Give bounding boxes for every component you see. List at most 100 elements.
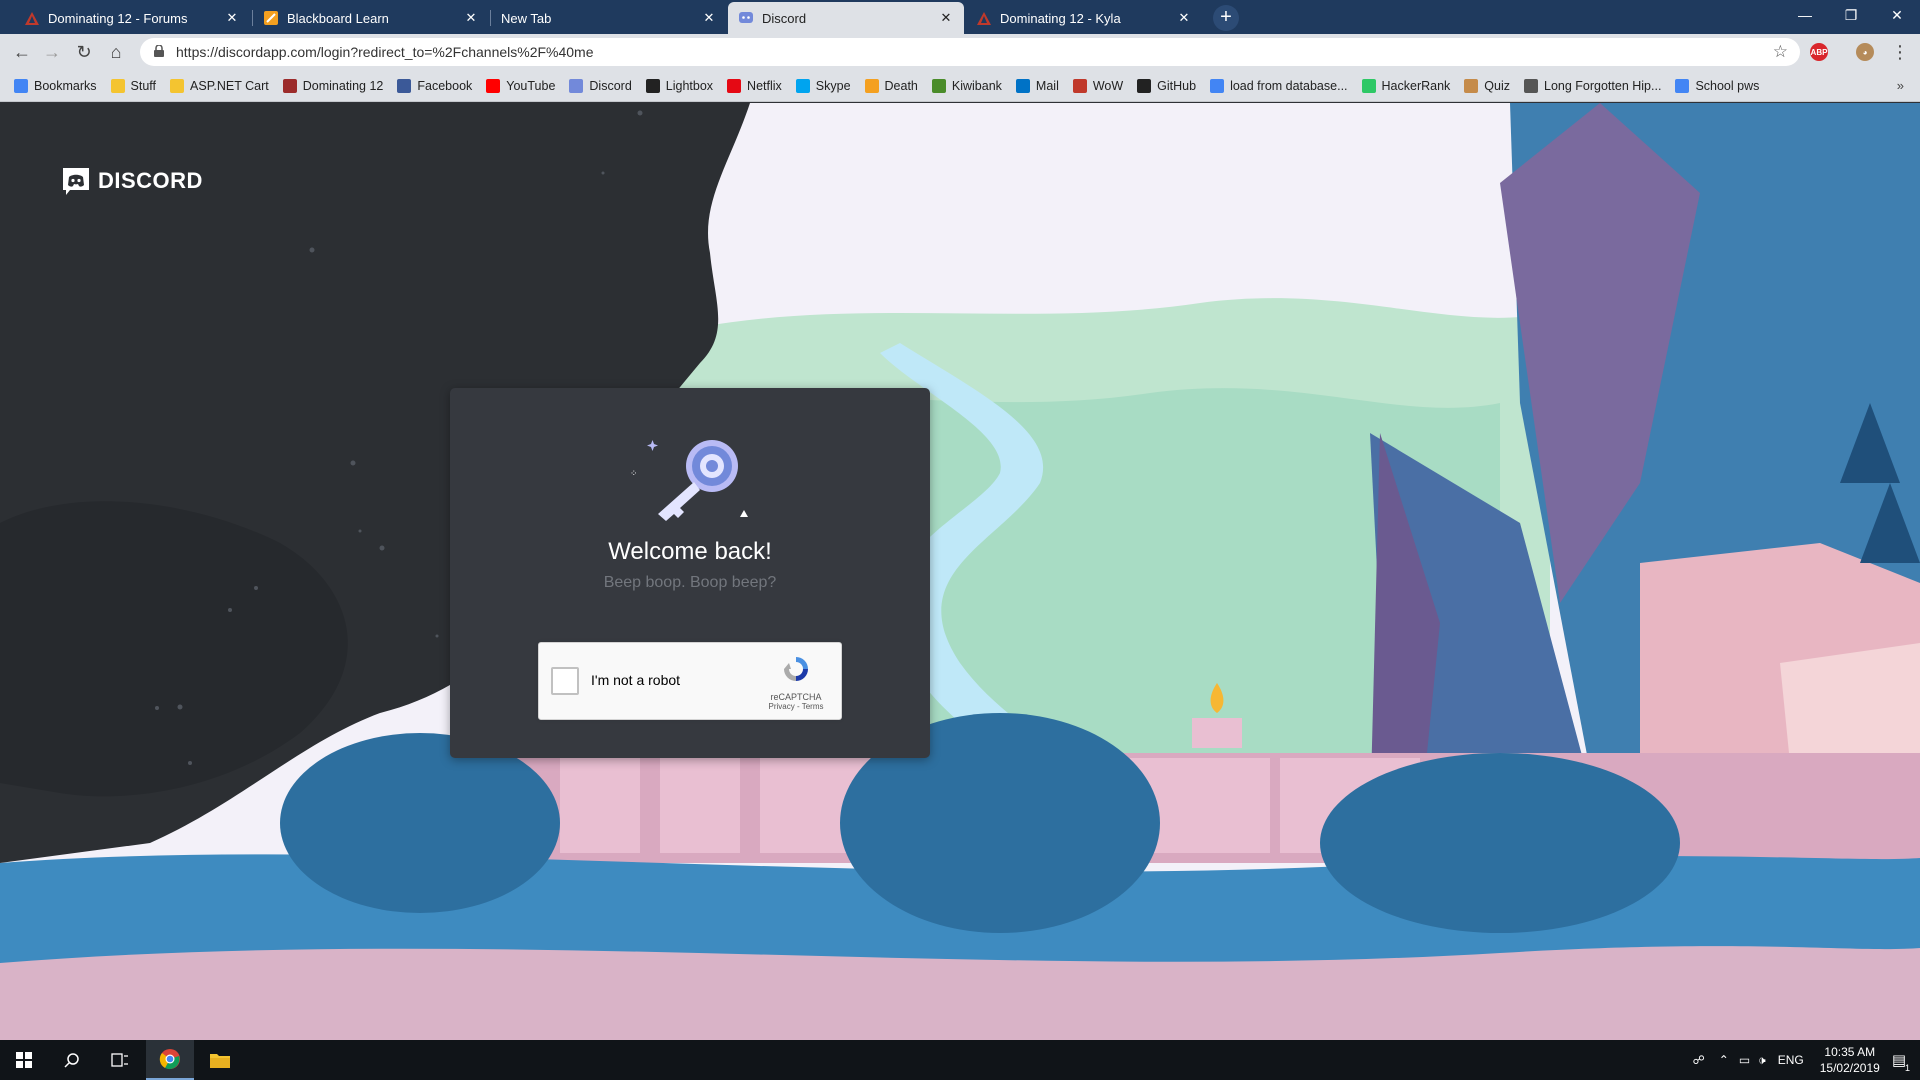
bookmark-item[interactable]: WoW (1072, 78, 1124, 93)
warning-triangle-icon (976, 10, 992, 26)
bookmark-item[interactable]: Bookmarks (14, 78, 97, 93)
folder-icon (110, 78, 125, 93)
tab-title: Discord (762, 10, 807, 26)
profile-avatar[interactable]: ◕ (1856, 43, 1874, 61)
bookmark-label: Long Forgotten Hip... (1544, 78, 1662, 93)
lightbox-icon (645, 78, 660, 93)
menu-dots-icon[interactable]: ⋮ (1888, 40, 1912, 64)
windows-start-icon[interactable] (0, 1040, 48, 1080)
bookmark-item[interactable]: Death (864, 78, 918, 93)
github-icon (1137, 78, 1152, 93)
hippo-icon (1524, 78, 1538, 93)
minimize-icon[interactable]: — (1782, 0, 1828, 30)
bookmark-label: load from database... (1230, 78, 1348, 93)
notification-center-icon[interactable]: ▤ 1 (1892, 1051, 1910, 1073)
bookmark-label: WoW (1092, 78, 1124, 93)
chevron-up-icon[interactable]: ⌃ (1719, 1053, 1729, 1067)
file-explorer-icon[interactable] (196, 1040, 244, 1080)
tab-title: Dominating 12 - Forums (48, 10, 188, 26)
bookmark-item[interactable]: Dominating 12 (282, 78, 384, 93)
bookmark-item[interactable]: Facebook (397, 78, 472, 93)
hackerrank-icon (1361, 78, 1376, 93)
bookmark-label: Lightbox (665, 78, 714, 93)
windows-taskbar: ☍ ⌃ ▭ 🕩 ENG 10:35 AM 15/02/2019 ▤ 1 (0, 1040, 1920, 1080)
task-view-icon[interactable] (96, 1040, 144, 1080)
logo-text: DISCORD (98, 168, 203, 193)
tab-blackboard[interactable]: Blackboard Learn ✕ (253, 2, 489, 34)
netflix-icon (727, 78, 742, 93)
close-icon[interactable]: ✕ (938, 10, 954, 26)
clock-date: 15/02/2019 (1819, 1061, 1880, 1075)
discord-login-page: DISCORD ⁘ Welcome back! Beep boop. Boop … (0, 103, 1920, 1040)
youtube-icon (486, 78, 501, 93)
address-bar[interactable]: https://discordapp.com/login?redirect_to… (140, 38, 1800, 66)
bookmark-item[interactable]: Long Forgotten Hip... (1524, 78, 1662, 93)
bookmark-label: YouTube (506, 78, 556, 93)
restore-icon[interactable]: ❐ (1828, 0, 1874, 30)
bookmark-item[interactable]: School pws (1675, 78, 1759, 93)
recaptcha-checkbox[interactable] (551, 667, 579, 695)
tab-new-tab[interactable]: New Tab ✕ (491, 2, 727, 34)
bookmark-item[interactable]: ASP.NET Cart (170, 78, 269, 93)
bookmark-label: Mail (1035, 78, 1059, 93)
tab-title: Dominating 12 - Kyla (1000, 10, 1121, 26)
bookmark-item[interactable]: Lightbox (645, 78, 714, 93)
close-icon[interactable]: ✕ (463, 10, 479, 26)
discord-logo-mark-icon (63, 168, 89, 195)
close-icon[interactable]: ✕ (224, 10, 240, 26)
bookmark-item[interactable]: Quiz (1464, 78, 1510, 93)
chrome-taskbar-icon[interactable] (146, 1040, 194, 1080)
bookmark-item[interactable]: GitHub (1137, 78, 1196, 93)
discord-icon (738, 10, 754, 26)
people-icon[interactable]: ☍ (1693, 1053, 1705, 1067)
window-close-icon[interactable]: ✕ (1874, 0, 1920, 30)
bookmark-item[interactable]: Netflix (727, 78, 782, 93)
bookmark-item[interactable]: YouTube (486, 78, 556, 93)
star-icon (14, 78, 28, 93)
forward-icon[interactable]: → (40, 40, 64, 64)
login-card: ⁘ Welcome back! Beep boop. Boop beep? I'… (450, 388, 930, 758)
background-illustration (0, 103, 1920, 1040)
browser-toolbar: ← → ↻ ⌂ https://discordapp.com/login?red… (0, 34, 1920, 70)
home-icon[interactable]: ⌂ (104, 40, 128, 64)
bookmark-item[interactable]: load from database... (1210, 78, 1348, 93)
bookmark-label: HackerRank (1381, 78, 1451, 93)
close-icon[interactable]: ✕ (701, 10, 717, 26)
recaptcha-label: I'm not a robot (591, 672, 681, 688)
bookmark-item[interactable]: Stuff (110, 78, 156, 93)
tab-title: Blackboard Learn (287, 10, 389, 26)
warning-triangle-icon (24, 10, 40, 26)
discord-logo[interactable]: DISCORD (60, 165, 203, 197)
back-icon[interactable]: ← (10, 40, 34, 64)
pencil-icon (864, 78, 879, 93)
tab-dominating-kyla[interactable]: Dominating 12 - Kyla ✕ (966, 2, 1202, 34)
recaptcha-widget: I'm not a robot reCAPTCHA Privacy - Term… (538, 642, 842, 720)
bookmark-item[interactable]: Mail (1015, 78, 1059, 93)
volume-icon[interactable]: 🕩 (1758, 1053, 1766, 1068)
bookmark-label: Quiz (1484, 78, 1510, 93)
recaptcha-privacy-terms-link[interactable]: Privacy - Terms (761, 702, 831, 711)
bookmark-label: Dominating 12 (302, 78, 384, 93)
search-icon[interactable] (48, 1040, 96, 1080)
bookmark-item[interactable]: Kiwibank (931, 78, 1002, 93)
language-indicator[interactable]: ENG (1778, 1053, 1804, 1067)
welcome-subheading: Beep boop. Boop beep? (603, 574, 777, 591)
close-icon[interactable]: ✕ (1176, 10, 1192, 26)
recaptcha-brand-name: reCAPTCHA (770, 692, 822, 702)
tab-dominating-forums[interactable]: Dominating 12 - Forums ✕ (14, 2, 250, 34)
tab-discord[interactable]: Discord ✕ (728, 2, 964, 34)
bookmark-label: Death (884, 78, 918, 93)
new-tab-button[interactable]: + (1213, 5, 1239, 31)
windows-icon (795, 78, 810, 93)
bookmark-star-icon[interactable]: ☆ (1773, 42, 1788, 62)
adblock-extension-icon[interactable]: ABP (1810, 43, 1828, 61)
reload-icon[interactable]: ↻ (72, 40, 96, 64)
bookmark-item[interactable]: HackerRank (1361, 78, 1451, 93)
network-icon[interactable]: ▭ (1739, 1053, 1750, 1067)
bookmark-item[interactable]: Discord (569, 78, 632, 93)
clock-time: 10:35 AM (1824, 1045, 1876, 1059)
quiz-icon (1464, 78, 1479, 93)
more-bookmarks-icon[interactable]: » (1897, 78, 1904, 93)
clock[interactable]: 10:35 AM 15/02/2019 (1820, 1044, 1880, 1076)
bookmark-item[interactable]: Skype (795, 78, 851, 93)
